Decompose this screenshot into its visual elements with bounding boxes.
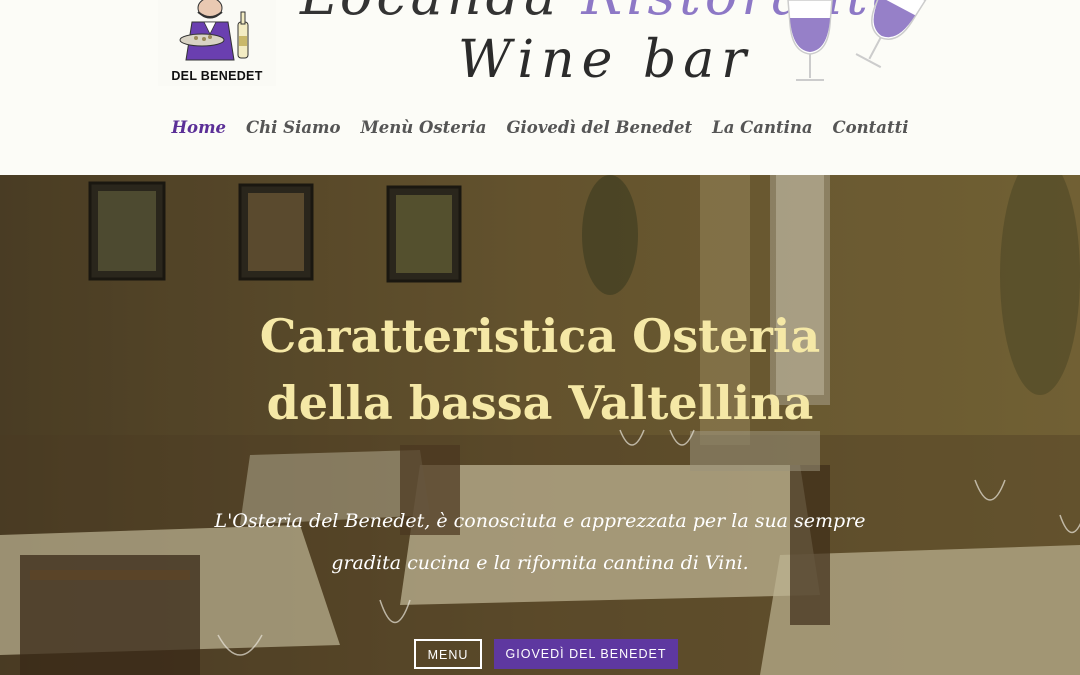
hero-title-line-2: della bassa Valtellina	[266, 376, 814, 430]
wine-glasses-icon	[787, 0, 927, 81]
hero-subtitle-line-1: L'Osteria del Benedet, è conosciuta e ap…	[214, 510, 866, 532]
nav-item-la-cantina[interactable]: La Cantina	[712, 118, 812, 137]
nav-item-home[interactable]: Home	[171, 118, 226, 137]
hero-section: Caratteristica Osteria della bassa Valte…	[0, 175, 1080, 675]
site-header: DEL BENEDET Locanda Ristorante Wine bar …	[0, 0, 1080, 175]
nav-item-giovedi-del-benedet[interactable]: Giovedì del Benedet	[506, 118, 692, 137]
nav-item-chi-siamo[interactable]: Chi Siamo	[246, 118, 340, 137]
brand-script-left: Locanda	[300, 0, 560, 27]
waiter-illustration	[179, 0, 249, 61]
hero-title: Caratteristica Osteria della bassa Valte…	[0, 303, 1080, 437]
hero-subtitle: L'Osteria del Benedet, è conosciuta e ap…	[0, 500, 1080, 584]
brand-wine-bar: Wine bar	[458, 30, 754, 90]
logo-caption: DEL BENEDET	[171, 69, 263, 83]
site-logo[interactable]: DEL BENEDET	[158, 0, 276, 86]
main-nav: Home Chi Siamo Menù Osteria Giovedì del …	[0, 118, 1080, 137]
nav-item-contatti[interactable]: Contatti	[833, 118, 909, 137]
hero-subtitle-line-2: gradita cucina e la rifornita cantina di…	[331, 552, 749, 574]
menu-button[interactable]: MENU	[414, 639, 482, 669]
nav-item-menu-osteria[interactable]: Menù Osteria	[361, 118, 487, 137]
hero-title-line-1: Caratteristica Osteria	[259, 309, 821, 363]
giovedi-del-benedet-button[interactable]: GIOVEDÌ DEL BENEDET	[494, 639, 678, 669]
